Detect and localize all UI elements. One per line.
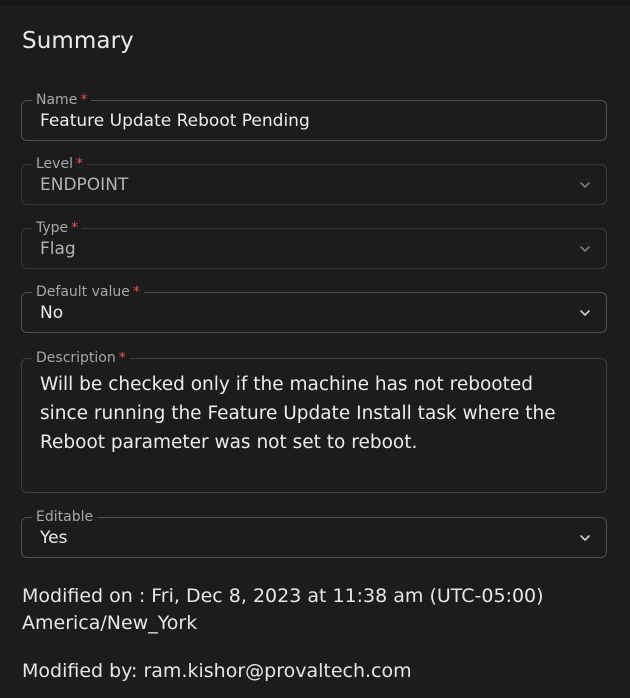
type-value: Flag xyxy=(40,238,76,259)
required-marker: * xyxy=(132,284,140,300)
chevron-down-icon xyxy=(578,242,592,256)
top-bar xyxy=(0,0,630,6)
level-value: ENDPOINT xyxy=(40,174,129,195)
default-value-select[interactable]: Default value * No xyxy=(21,284,607,333)
description-text[interactable]: Will be checked only if the machine has … xyxy=(40,370,576,457)
required-marker: * xyxy=(118,350,126,366)
type-select: Type * Flag xyxy=(21,220,607,269)
default-value-value: No xyxy=(40,302,64,323)
description-label: Description * xyxy=(32,350,130,366)
editable-value: Yes xyxy=(40,527,68,548)
chevron-down-icon xyxy=(578,178,592,192)
editable-select[interactable]: Editable Yes xyxy=(21,509,607,558)
description-textarea[interactable]: Description * Will be checked only if the… xyxy=(21,350,607,493)
modified-by-text: Modified by: ram.kishor@provaltech.com xyxy=(22,660,412,682)
page-title: Summary xyxy=(22,28,134,54)
name-field[interactable]: Name * Feature Update Reboot Pending xyxy=(21,92,607,141)
modified-on-timezone: America/New_York xyxy=(22,612,198,634)
modified-on-text: Modified on : Fri, Dec 8, 2023 at 11:38 … xyxy=(22,585,544,607)
name-input[interactable]: Feature Update Reboot Pending xyxy=(40,101,310,140)
level-select: Level * ENDPOINT xyxy=(21,156,607,205)
chevron-down-icon[interactable] xyxy=(578,531,592,545)
chevron-down-icon[interactable] xyxy=(578,306,592,320)
